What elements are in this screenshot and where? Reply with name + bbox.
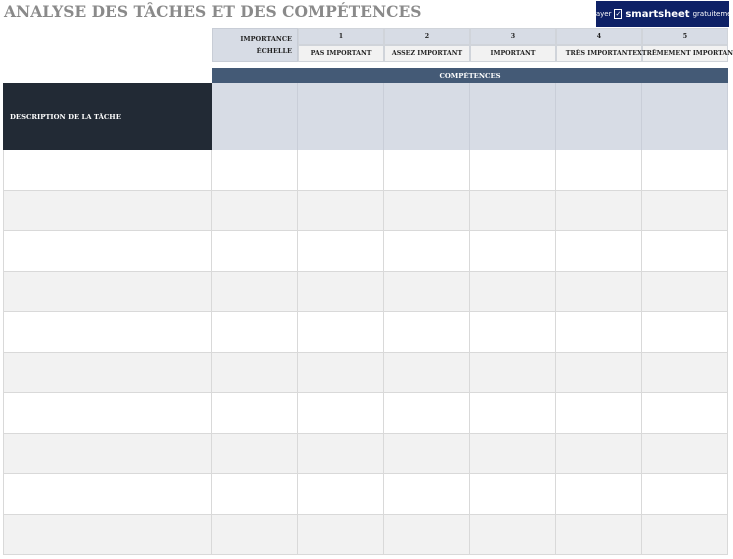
competence-cell[interactable] — [212, 312, 298, 353]
task-description-cell[interactable] — [3, 190, 212, 231]
competence-cell[interactable] — [212, 150, 298, 191]
competence-header-cell[interactable] — [212, 83, 298, 150]
scale-number-1: 1 — [298, 28, 384, 45]
scale-label-line1: IMPORTANCE — [240, 35, 292, 43]
competence-cell[interactable] — [470, 190, 556, 231]
competence-cell[interactable] — [384, 150, 470, 191]
competence-cell[interactable] — [642, 271, 728, 312]
competence-cell[interactable] — [556, 190, 642, 231]
banner-suffix: gratuitement. — [692, 10, 733, 18]
competence-cell[interactable] — [298, 352, 384, 393]
task-description-cell[interactable] — [3, 231, 212, 272]
competence-cell[interactable] — [642, 352, 728, 393]
scale-label-line2: ÉCHELLE — [256, 47, 292, 55]
competence-cell[interactable] — [384, 352, 470, 393]
competence-cell[interactable] — [556, 271, 642, 312]
competence-cell[interactable] — [298, 312, 384, 353]
competence-cell[interactable] — [212, 231, 298, 272]
competence-cell[interactable] — [298, 514, 384, 555]
scale-number-3: 3 — [470, 28, 556, 45]
competence-cell[interactable] — [556, 474, 642, 515]
competence-cell[interactable] — [298, 433, 384, 474]
task-description-cell[interactable] — [3, 150, 212, 191]
competence-header-cell[interactable] — [642, 83, 728, 150]
task-description-cell[interactable] — [3, 474, 212, 515]
competence-cell[interactable] — [556, 433, 642, 474]
scale-level-2: ASSEZ IMPORTANT — [384, 45, 470, 62]
competence-cell[interactable] — [642, 190, 728, 231]
competence-cell[interactable] — [470, 433, 556, 474]
competence-cell[interactable] — [212, 514, 298, 555]
competence-cell[interactable] — [298, 190, 384, 231]
importance-scale-label: IMPORTANCE ÉCHELLE — [212, 28, 298, 62]
competence-cell[interactable] — [470, 352, 556, 393]
task-description-cell[interactable] — [3, 271, 212, 312]
competence-cell[interactable] — [642, 393, 728, 434]
competence-cell[interactable] — [212, 393, 298, 434]
competence-cell[interactable] — [470, 231, 556, 272]
competence-cell[interactable] — [298, 474, 384, 515]
scale-number-4: 4 — [556, 28, 642, 45]
competence-cell[interactable] — [298, 150, 384, 191]
competence-cell[interactable] — [384, 190, 470, 231]
competence-cell[interactable] — [642, 514, 728, 555]
competence-cell[interactable] — [212, 433, 298, 474]
banner-prefix: Essayer — [584, 10, 612, 18]
competence-cell[interactable] — [298, 231, 384, 272]
task-description-cell[interactable] — [3, 393, 212, 434]
competence-cell[interactable] — [384, 514, 470, 555]
competence-cell[interactable] — [384, 271, 470, 312]
competence-cell[interactable] — [642, 433, 728, 474]
competence-cell[interactable] — [384, 393, 470, 434]
competence-cell[interactable] — [298, 393, 384, 434]
competence-cell[interactable] — [642, 150, 728, 191]
competence-cell[interactable] — [556, 393, 642, 434]
competence-cell[interactable] — [556, 312, 642, 353]
competence-cell[interactable] — [298, 271, 384, 312]
task-description-cell[interactable] — [3, 433, 212, 474]
competence-cell[interactable] — [384, 474, 470, 515]
smartsheet-logo-icon: ✓ — [614, 9, 623, 19]
competences-header: COMPÉTENCES — [212, 68, 728, 83]
competence-cell[interactable] — [212, 271, 298, 312]
task-description-cell[interactable] — [3, 514, 212, 555]
competence-cell[interactable] — [384, 231, 470, 272]
scale-level-5: EXTRÊMEMENT IMPORTANT — [632, 45, 733, 62]
scale-level-4: TRÈS IMPORTANT — [556, 45, 642, 62]
banner-brand: smartsheet — [625, 8, 690, 20]
competence-header-cell[interactable] — [298, 83, 384, 150]
competence-cell[interactable] — [556, 514, 642, 555]
competence-cell[interactable] — [384, 433, 470, 474]
task-description-cell[interactable] — [3, 312, 212, 353]
competence-cell[interactable] — [556, 352, 642, 393]
scale-level-1: PAS IMPORTANT — [298, 45, 384, 62]
scale-number-2: 2 — [384, 28, 470, 45]
competence-cell[interactable] — [470, 514, 556, 555]
competence-cell[interactable] — [642, 474, 728, 515]
task-description-header: DESCRIPTION DE LA TÂCHE — [3, 83, 212, 150]
competence-cell[interactable] — [642, 231, 728, 272]
page-title: ANALYSE DES TÂCHES ET DES COMPÉTENCES — [4, 2, 422, 21]
task-description-cell[interactable] — [3, 352, 212, 393]
competence-cell[interactable] — [212, 352, 298, 393]
competence-cell[interactable] — [212, 190, 298, 231]
competence-cell[interactable] — [470, 393, 556, 434]
competence-cell[interactable] — [384, 312, 470, 353]
competence-header-cell[interactable] — [384, 83, 470, 150]
smartsheet-banner[interactable]: Essayer ✓ smartsheet gratuitement. — [584, 1, 733, 27]
competence-header-cell[interactable] — [470, 83, 556, 150]
competence-cell[interactable] — [642, 312, 728, 353]
competence-cell[interactable] — [470, 474, 556, 515]
competence-cell[interactable] — [212, 474, 298, 515]
competence-cell[interactable] — [556, 231, 642, 272]
competence-header-cell[interactable] — [556, 83, 642, 150]
competence-cell[interactable] — [470, 271, 556, 312]
scale-number-5: 5 — [642, 28, 728, 45]
scale-level-3: IMPORTANT — [470, 45, 556, 62]
competence-cell[interactable] — [556, 150, 642, 191]
competence-cell[interactable] — [470, 312, 556, 353]
competence-cell[interactable] — [470, 150, 556, 191]
